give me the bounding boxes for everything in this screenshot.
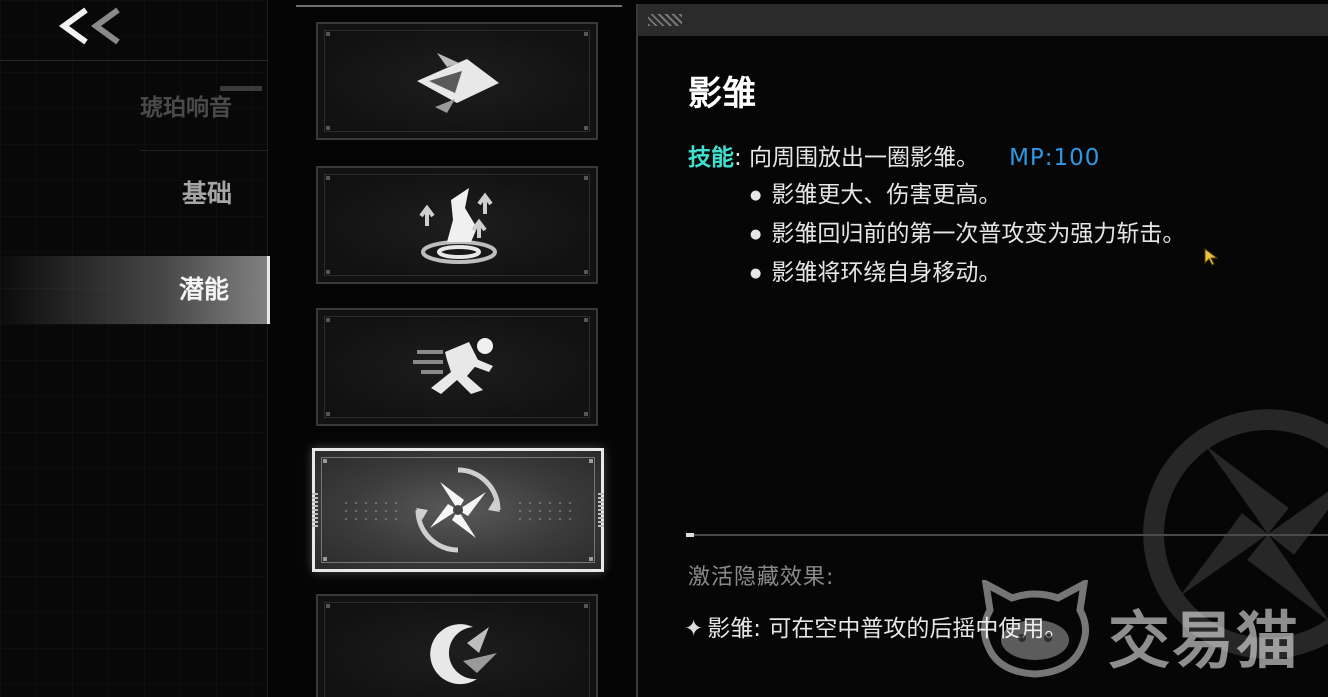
- list-item: 影雏将环绕自身移动。: [750, 254, 1185, 293]
- mp-cost: MP:100: [1009, 145, 1101, 171]
- skill-label: 技能: [688, 145, 734, 171]
- watermark-text: 交易猫: [1108, 604, 1301, 677]
- skill-text: 向周围放出一圈影雏。: [741, 145, 980, 171]
- nav-separator: [140, 150, 268, 151]
- nav-item-marker: [220, 86, 262, 91]
- crescent-slash-icon: [430, 624, 497, 685]
- back-button[interactable]: [52, 2, 132, 50]
- list-top-line: [296, 5, 622, 7]
- dash-arrow-icon: [417, 53, 499, 113]
- skill-card-dash[interactable]: [316, 22, 598, 140]
- skill-card-foot[interactable]: [316, 166, 598, 284]
- list-item: 影雏回归前的第一次普攻变为强力斩击。: [750, 215, 1185, 254]
- star-icon: ✦: [684, 616, 704, 642]
- left-nav: 琥珀响音 基础 潜能: [0, 0, 270, 697]
- cursor-icon: [1204, 248, 1219, 266]
- list-item: 影雏更大、伤害更高。: [750, 176, 1185, 215]
- foot-upgrade-icon: [419, 188, 497, 264]
- nav-item-amber-echo[interactable]: 琥珀响音: [0, 86, 270, 130]
- selection-tick-left: [312, 493, 318, 527]
- skill-card-crescent[interactable]: [316, 594, 598, 697]
- nav-item-label: 基础: [181, 179, 232, 208]
- skill-title: 影雏: [688, 74, 756, 114]
- selection-tick-right: [598, 493, 604, 527]
- nav-item-basic[interactable]: 基础: [0, 170, 270, 218]
- double-chevron-left-icon: [58, 7, 120, 45]
- decor-dots-left: [341, 499, 401, 523]
- skill-description: 技能: 向周围放出一圈影雏。 MP:100: [688, 138, 1100, 172]
- section-divider: [686, 533, 1328, 537]
- decor-dots-right: [515, 499, 575, 523]
- grip-icon: [648, 14, 682, 26]
- running-figure-icon: [413, 338, 493, 394]
- watermark: 交易猫: [976, 576, 1306, 686]
- cat-logo-icon: [981, 580, 1089, 678]
- detail-header-bar: [638, 4, 1328, 36]
- hidden-effect-title: 激活隐藏效果:: [688, 565, 835, 590]
- skill-separator: :: [734, 145, 742, 171]
- nav-item-label: 潜能: [178, 275, 229, 304]
- shuriken-icon: [415, 467, 501, 553]
- skill-card-shuriken[interactable]: [312, 448, 604, 572]
- skill-card-list: [296, 0, 626, 697]
- skill-card-run[interactable]: [316, 308, 598, 426]
- upgrade-bullet-list: 影雏更大、伤害更高。 影雏回归前的第一次普攻变为强力斩击。 影雏将环绕自身移动。: [750, 176, 1185, 293]
- nav-item-potential[interactable]: 潜能: [0, 256, 270, 324]
- nav-divider: [0, 60, 268, 61]
- nav-item-label: 琥珀响音: [140, 95, 232, 121]
